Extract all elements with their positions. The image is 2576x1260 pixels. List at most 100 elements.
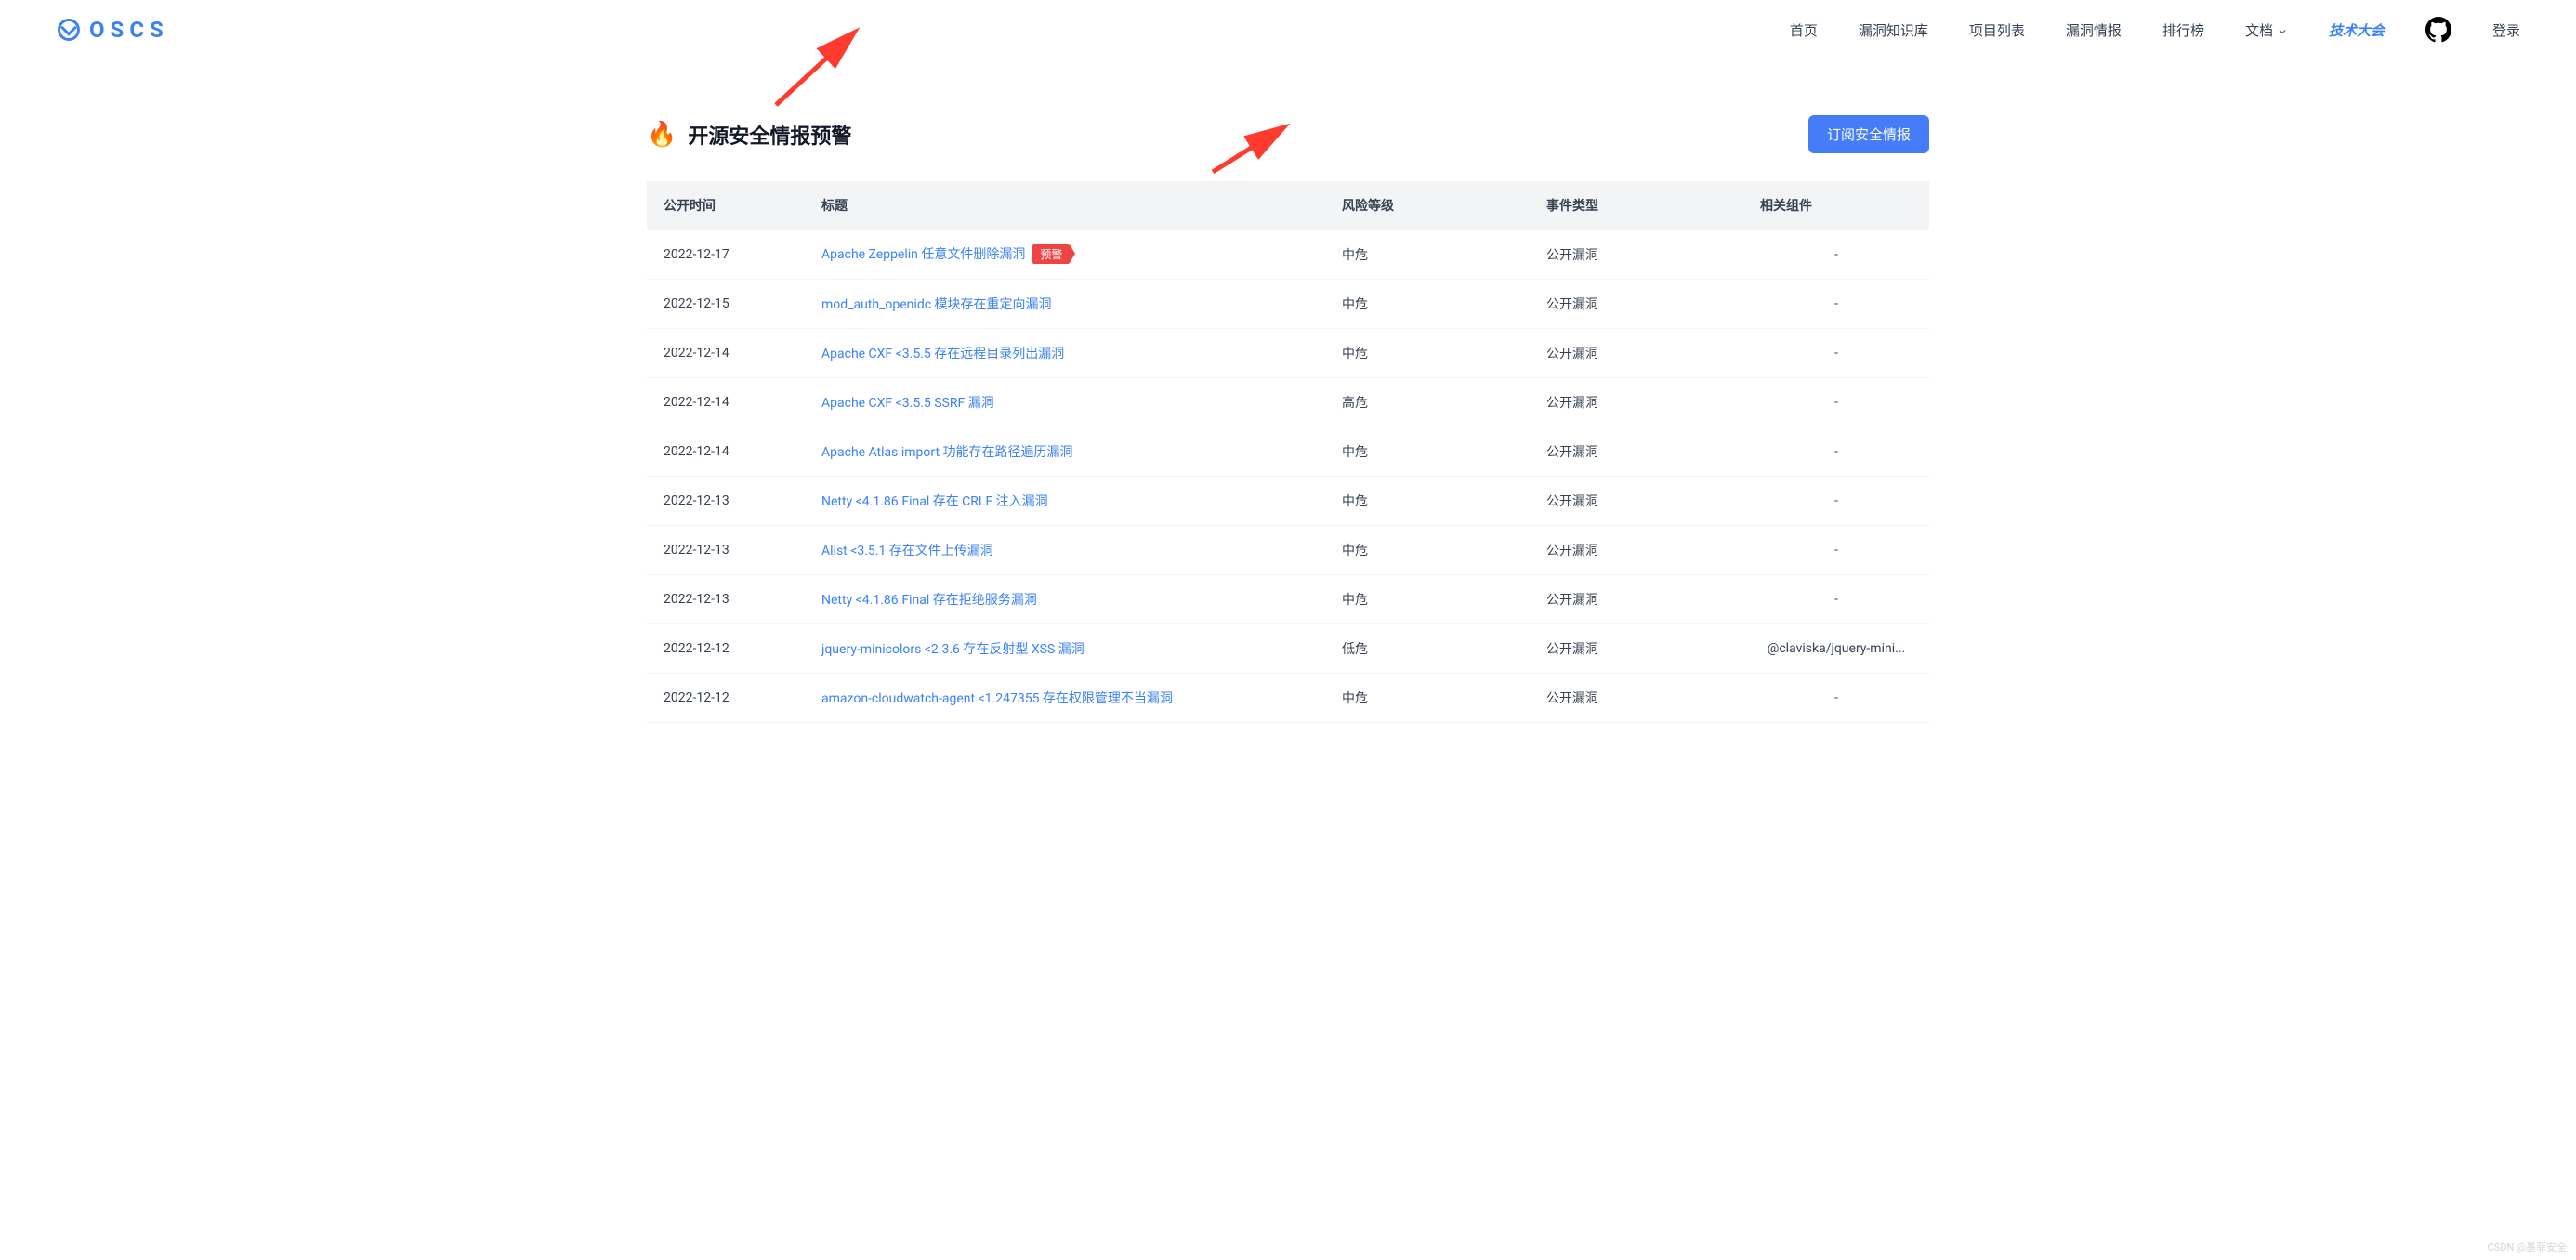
header: OSCS 首页 漏洞知识库 项目列表 漏洞情报 排行榜 文档 技术大会 登录 <box>0 0 2576 59</box>
cell-date: 2022-12-13 <box>647 477 805 526</box>
cell-type: 公开漏洞 <box>1530 624 1743 674</box>
cell-component: - <box>1743 378 1929 427</box>
cell-title: Apache Zeppelin 任意文件删除漏洞预警 <box>805 230 1325 280</box>
table-row: 2022-12-14 Apache Atlas import 功能存在路径遍历漏洞… <box>647 427 1929 477</box>
title-left: 🔥 开源安全情报预警 <box>647 120 851 150</box>
cell-title: Netty <4.1.86.Final 存在 CRLF 注入漏洞 <box>805 477 1325 526</box>
cell-risk: 低危 <box>1325 624 1530 674</box>
col-title: 标题 <box>805 181 1325 230</box>
cell-component: - <box>1743 329 1929 378</box>
watermark: CSDN @墨菲安全 <box>2488 1240 2567 1254</box>
vuln-link[interactable]: Apache Zeppelin 任意文件删除漏洞 <box>821 247 1025 262</box>
vuln-link[interactable]: Netty <4.1.86.Final 存在拒绝服务漏洞 <box>821 593 1037 608</box>
nav-docs[interactable]: 文档 <box>2245 20 2288 40</box>
cell-risk: 中危 <box>1325 329 1530 378</box>
table-row: 2022-12-14 Apache CXF <3.5.5 存在远程目录列出漏洞 中危… <box>647 329 1929 378</box>
col-date: 公开时间 <box>647 181 805 230</box>
cell-risk: 中危 <box>1325 674 1530 723</box>
cell-date: 2022-12-14 <box>647 427 805 477</box>
title-row: 🔥 开源安全情报预警 订阅安全情报 <box>628 115 1948 153</box>
github-icon <box>2425 17 2451 43</box>
table-row: 2022-12-12 amazon-cloudwatch-agent <1.247… <box>647 674 1929 723</box>
table-row: 2022-12-17Apache Zeppelin 任意文件删除漏洞预警中危公开… <box>647 230 1929 280</box>
nav-projects[interactable]: 项目列表 <box>1969 20 2025 40</box>
nav-home[interactable]: 首页 <box>1790 20 1818 40</box>
table-row: 2022-12-15 mod_auth_openidc 模块存在重定向漏洞 中危公开… <box>647 280 1929 329</box>
nav-github[interactable] <box>2425 17 2451 43</box>
cell-risk: 高危 <box>1325 378 1530 427</box>
cell-type: 公开漏洞 <box>1530 230 1743 280</box>
fire-icon: 🔥 <box>647 121 677 149</box>
cell-type: 公开漏洞 <box>1530 477 1743 526</box>
table-row: 2022-12-12 jquery-minicolors <2.3.6 存在反射型… <box>647 624 1929 674</box>
vuln-link[interactable]: jquery-minicolors <2.3.6 存在反射型 XSS 漏洞 <box>821 642 1084 657</box>
cell-title: Netty <4.1.86.Final 存在拒绝服务漏洞 <box>805 575 1325 624</box>
chevron-down-icon <box>2277 24 2288 35</box>
cell-date: 2022-12-17 <box>647 230 805 280</box>
table-row: 2022-12-14 Apache CXF <3.5.5 SSRF 漏洞 高危公开漏… <box>647 378 1929 427</box>
cell-date: 2022-12-14 <box>647 378 805 427</box>
vuln-link[interactable]: amazon-cloudwatch-agent <1.247355 存在权限管理… <box>821 691 1173 706</box>
alert-badge: 预警 <box>1032 244 1070 264</box>
cell-risk: 中危 <box>1325 575 1530 624</box>
cell-type: 公开漏洞 <box>1530 674 1743 723</box>
cell-component: - <box>1743 427 1929 477</box>
cell-component: - <box>1743 280 1929 329</box>
logo[interactable]: OSCS <box>56 17 169 43</box>
nav-intel[interactable]: 漏洞情报 <box>2066 20 2122 40</box>
cell-component: @claviska/jquery-mini... <box>1743 624 1929 674</box>
cell-risk: 中危 <box>1325 427 1530 477</box>
cell-type: 公开漏洞 <box>1530 575 1743 624</box>
cell-date: 2022-12-14 <box>647 329 805 378</box>
cell-title: Apache CXF <3.5.5 存在远程目录列出漏洞 <box>805 329 1325 378</box>
cell-date: 2022-12-15 <box>647 280 805 329</box>
table-row: 2022-12-13 Netty <4.1.86.Final 存在拒绝服务漏洞 中危… <box>647 575 1929 624</box>
logo-icon <box>56 17 82 43</box>
cell-component: - <box>1743 674 1929 723</box>
col-type: 事件类型 <box>1530 181 1743 230</box>
main: 🔥 开源安全情报预警 订阅安全情报 公开时间 标题 风险等级 事件类型 相关组件… <box>610 115 1966 723</box>
vuln-link[interactable]: Apache CXF <3.5.5 SSRF 漏洞 <box>821 396 994 411</box>
cell-title: Apache Atlas import 功能存在路径遍历漏洞 <box>805 427 1325 477</box>
vuln-link[interactable]: Apache Atlas import 功能存在路径遍历漏洞 <box>821 445 1073 460</box>
nav-docs-label: 文档 <box>2245 20 2273 40</box>
page-title: 开源安全情报预警 <box>688 120 851 150</box>
cell-type: 公开漏洞 <box>1530 526 1743 575</box>
cell-title: jquery-minicolors <2.3.6 存在反射型 XSS 漏洞 <box>805 624 1325 674</box>
cell-title: Apache CXF <3.5.5 SSRF 漏洞 <box>805 378 1325 427</box>
vuln-link[interactable]: mod_auth_openidc 模块存在重定向漏洞 <box>821 297 1052 312</box>
subscribe-button[interactable]: 订阅安全情报 <box>1808 115 1929 153</box>
cell-component: - <box>1743 230 1929 280</box>
nav-knowledge[interactable]: 漏洞知识库 <box>1859 20 1928 40</box>
col-risk: 风险等级 <box>1325 181 1530 230</box>
vuln-link[interactable]: Netty <4.1.86.Final 存在 CRLF 注入漏洞 <box>821 494 1048 509</box>
cell-date: 2022-12-13 <box>647 526 805 575</box>
cell-risk: 中危 <box>1325 230 1530 280</box>
cell-type: 公开漏洞 <box>1530 329 1743 378</box>
cell-type: 公开漏洞 <box>1530 427 1743 477</box>
vuln-table: 公开时间 标题 风险等级 事件类型 相关组件 2022-12-17Apache … <box>647 181 1929 723</box>
cell-title: mod_auth_openidc 模块存在重定向漏洞 <box>805 280 1325 329</box>
cell-type: 公开漏洞 <box>1530 378 1743 427</box>
table-header-row: 公开时间 标题 风险等级 事件类型 相关组件 <box>647 181 1929 230</box>
cell-type: 公开漏洞 <box>1530 280 1743 329</box>
nav-conf[interactable]: 技术大会 <box>2329 20 2385 40</box>
nav-login[interactable]: 登录 <box>2492 20 2520 40</box>
cell-date: 2022-12-13 <box>647 575 805 624</box>
vuln-link[interactable]: Alist <3.5.1 存在文件上传漏洞 <box>821 544 993 558</box>
cell-risk: 中危 <box>1325 526 1530 575</box>
cell-title: amazon-cloudwatch-agent <1.247355 存在权限管理… <box>805 674 1325 723</box>
cell-component: - <box>1743 575 1929 624</box>
cell-risk: 中危 <box>1325 477 1530 526</box>
table-row: 2022-12-13 Alist <3.5.1 存在文件上传漏洞 中危公开漏洞- <box>647 526 1929 575</box>
brand-text: OSCS <box>89 17 169 43</box>
cell-date: 2022-12-12 <box>647 674 805 723</box>
cell-title: Alist <3.5.1 存在文件上传漏洞 <box>805 526 1325 575</box>
vuln-link[interactable]: Apache CXF <3.5.5 存在远程目录列出漏洞 <box>821 347 1064 361</box>
nav-rank[interactable]: 排行榜 <box>2162 20 2204 40</box>
cell-component: - <box>1743 526 1929 575</box>
cell-risk: 中危 <box>1325 280 1530 329</box>
col-component: 相关组件 <box>1743 181 1929 230</box>
cell-date: 2022-12-12 <box>647 624 805 674</box>
nav: 首页 漏洞知识库 项目列表 漏洞情报 排行榜 文档 技术大会 登录 <box>1790 17 2520 43</box>
